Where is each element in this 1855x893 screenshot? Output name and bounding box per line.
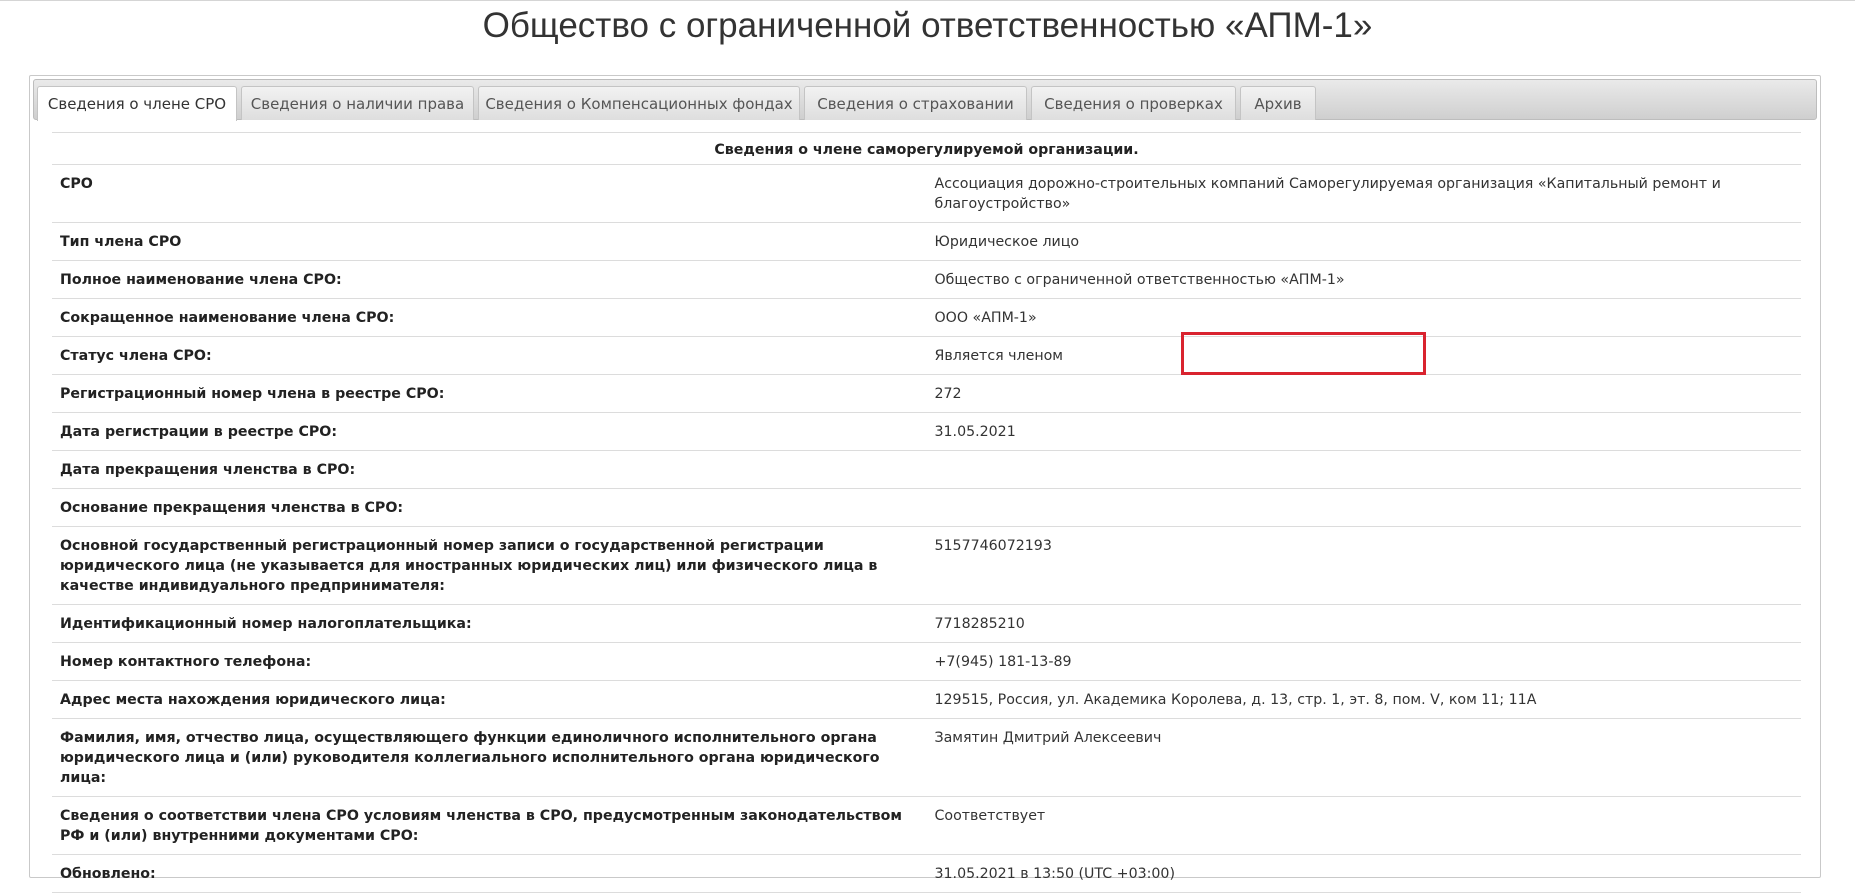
tab-rights-info[interactable]: Сведения о наличии права [241,86,474,120]
row-value: 5157746072193 [926,526,1801,605]
member-info-table: Сведения о члене саморегулируемой органи… [52,132,1801,893]
row-label: Адрес места нахождения юридического лица… [52,680,927,719]
table-row: Дата прекращения членства в СРО: [52,450,1801,489]
row-value: Общество с ограниченной ответственностью… [926,260,1801,299]
table-row: Фамилия, имя, отчество лица, осуществляю… [52,718,1801,797]
row-label: Номер контактного телефона: [52,642,927,681]
row-value: Является членом [926,336,1801,375]
row-label: Статус члена СРО: [52,336,927,375]
table-row: Основной государственный регистрационный… [52,526,1801,605]
row-value [926,488,1801,527]
table-row: Адрес места нахождения юридического лица… [52,680,1801,719]
tab-inspections[interactable]: Сведения о проверках [1031,86,1236,120]
row-label: Сведения о соответствии члена СРО услови… [52,796,927,855]
row-label: Дата регистрации в реестре СРО: [52,412,927,451]
row-value: ООО «АПМ-1» [926,298,1801,337]
table-row: Основание прекращения членства в СРО: [52,488,1801,527]
row-value: Соответствует [926,796,1801,855]
table-row: Сокращенное наименование члена СРО: ООО «… [52,298,1801,337]
row-value: 129515, Россия, ул. Академика Королева, … [926,680,1801,719]
row-label: Регистрационный номер члена в реестре СР… [52,374,927,413]
table-row: СРО Ассоциация дорожно-строительных компа… [52,164,1801,223]
tab-compensation-funds[interactable]: Сведения о Компенсационных фондах [478,86,800,120]
row-value [926,450,1801,489]
table-row: Идентификационный номер налогоплательщик… [52,604,1801,643]
row-label: СРО [52,164,927,223]
row-value: +7(945) 181-13-89 [926,642,1801,681]
row-value: Замятин Дмитрий Алексеевич [926,718,1801,797]
table-row: Тип члена СРО Юридическое лицо [52,222,1801,261]
tab-bar: Сведения о члене СРО Сведения о наличии … [33,79,1817,121]
row-label: Идентификационный номер налогоплательщик… [52,604,927,643]
row-value: Юридическое лицо [926,222,1801,261]
table-heading: Сведения о члене саморегулируемой органи… [52,132,1801,165]
table-row: Полное наименование члена СРО: Общество с… [52,260,1801,299]
tab-member-info[interactable]: Сведения о члене СРО [37,86,237,121]
table-row: Сведения о соответствии члена СРО услови… [52,796,1801,855]
row-label: Дата прекращения членства в СРО: [52,450,927,489]
row-label: Основной государственный регистрационный… [52,526,927,605]
tab-archive[interactable]: Архив [1240,86,1316,120]
table-row: Номер контактного телефона: +7(945) 181-1… [52,642,1801,681]
row-label: Тип члена СРО [52,222,927,261]
row-value: 7718285210 [926,604,1801,643]
row-value: 272 [926,374,1801,413]
row-value: Ассоциация дорожно-строительных компаний… [926,164,1801,223]
row-label: Фамилия, имя, отчество лица, осуществляю… [52,718,927,797]
table-heading-row: Сведения о члене саморегулируемой органи… [52,132,1801,165]
page-title: Общество с ограниченной ответственностью… [482,6,1373,45]
row-value: 31.05.2021 [926,412,1801,451]
table-row: Регистрационный номер члена в реестре СР… [52,374,1801,413]
table-row: Дата регистрации в реестре СРО: 31.05.202… [52,412,1801,451]
table-row: Статус члена СРО: Является членом [52,336,1801,375]
tab-insurance[interactable]: Сведения о страховании [804,86,1027,120]
row-label: Сокращенное наименование члена СРО: [52,298,927,337]
row-label: Полное наименование члена СРО: [52,260,927,299]
row-label: Основание прекращения членства в СРО: [52,488,927,527]
top-divider [0,0,1855,5]
